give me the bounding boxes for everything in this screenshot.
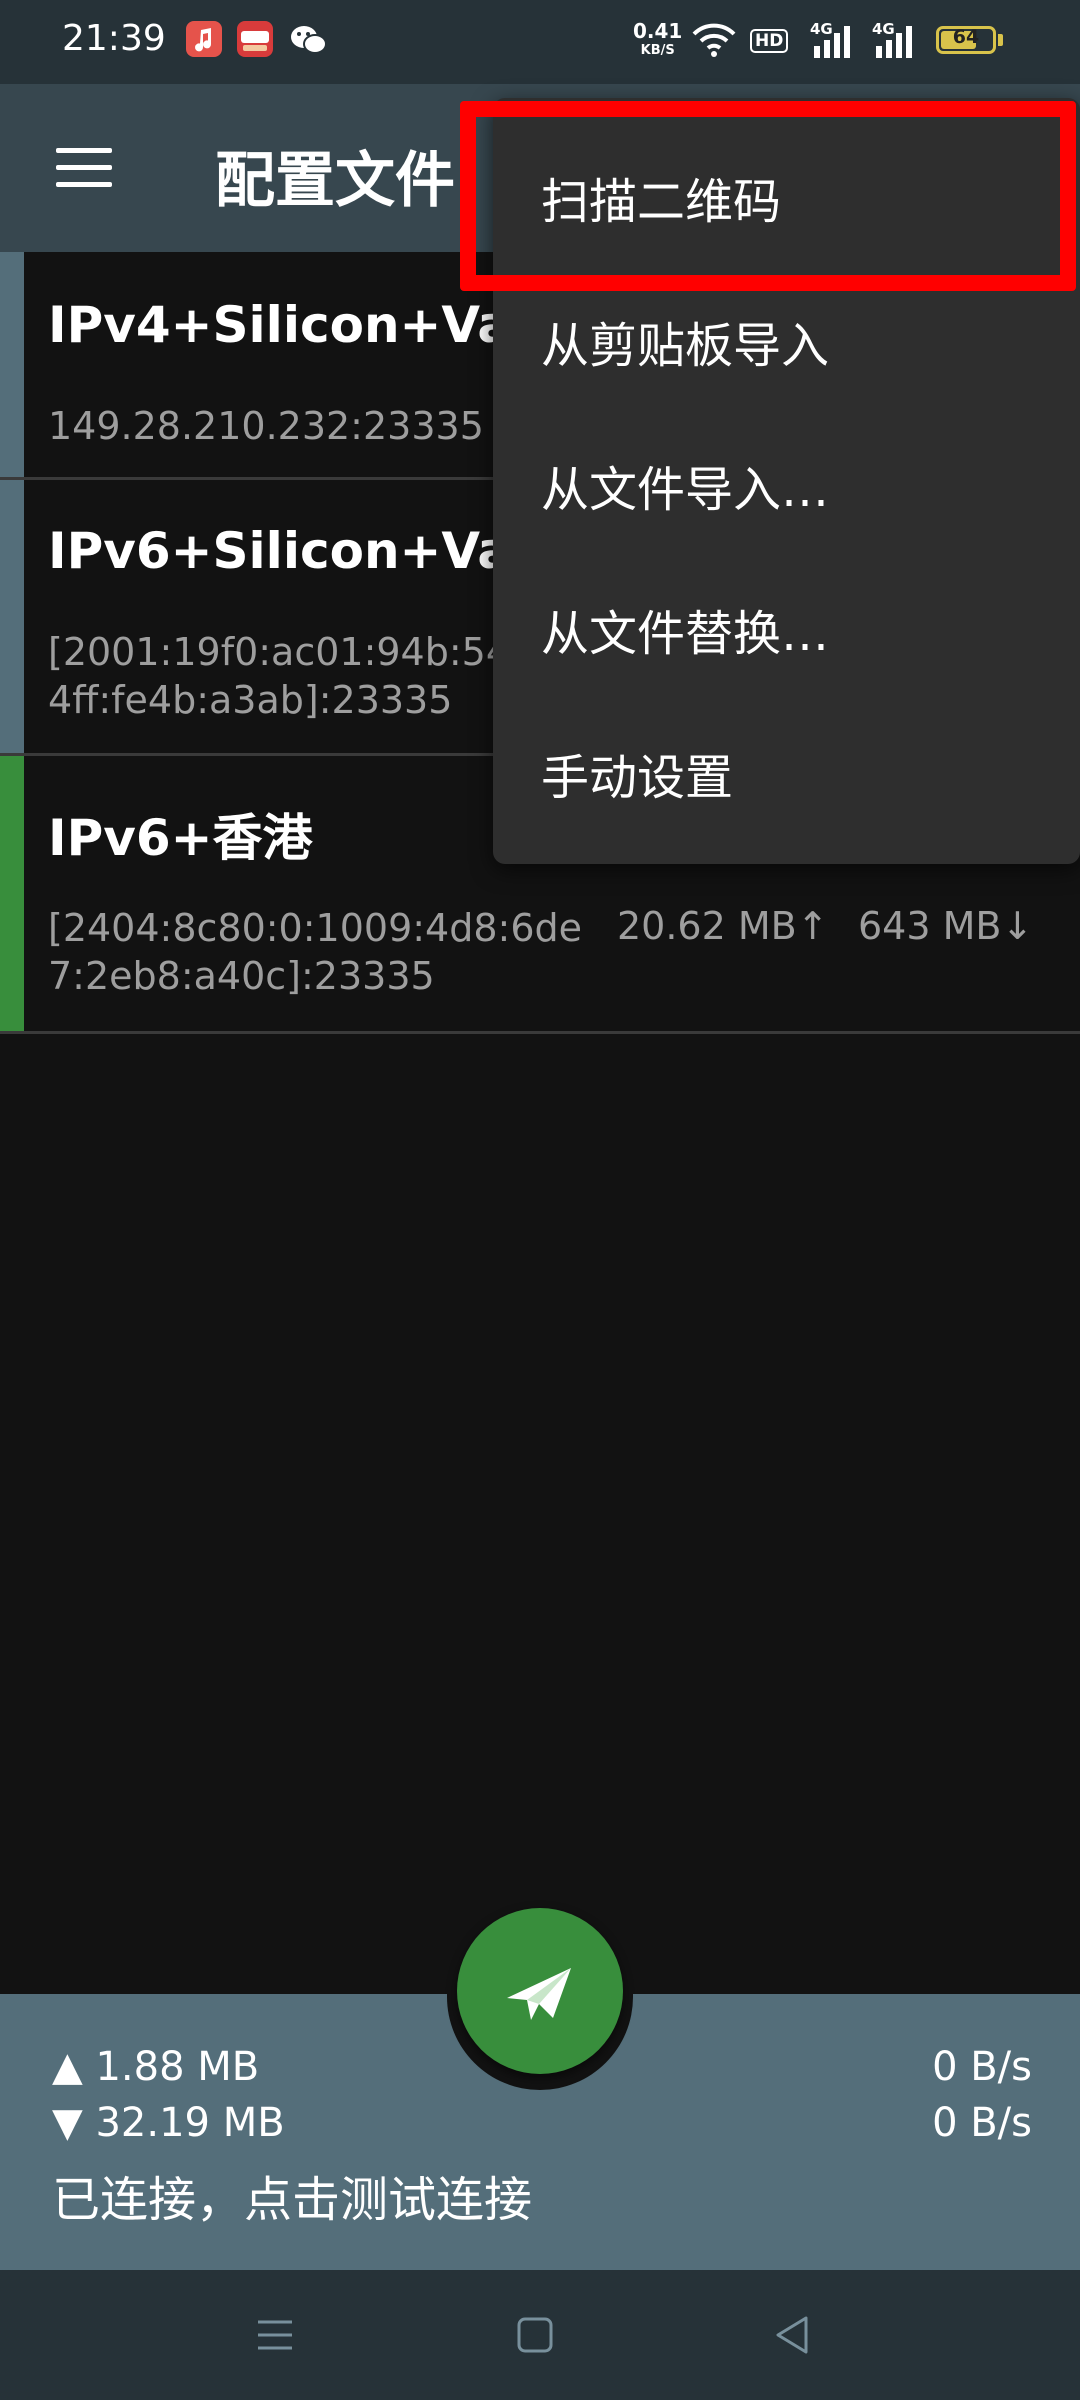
profile-status-stripe xyxy=(0,480,24,753)
xiaohongshu-app-icon xyxy=(237,21,273,57)
paper-plane-icon xyxy=(507,1968,571,2020)
back-icon[interactable] xyxy=(758,2300,828,2370)
page-title: 配置文件 xyxy=(215,146,455,216)
arrow-down-icon: ▼ xyxy=(52,2100,83,2146)
hd-voice-badge: HD xyxy=(750,29,789,53)
wifi-icon xyxy=(692,22,736,62)
net-speed-indicator: 0.41 KB/S xyxy=(633,19,683,58)
battery-level: 64 xyxy=(952,26,980,48)
profile-address: 149.28.210.232:23335 xyxy=(48,404,484,448)
profile-status-stripe-active xyxy=(0,756,24,1031)
profile-name: IPv6+香港 xyxy=(48,809,313,867)
battery-tip xyxy=(998,34,1003,46)
status-time: 21:39 xyxy=(62,18,166,59)
music-app-icon xyxy=(186,21,222,57)
highlight-box xyxy=(460,101,1076,291)
total-download: ▼ 32.19 MB xyxy=(52,2100,285,2146)
profile-address: [2001:19f0:ac01:94b:54 4ff:fe4b:a3ab]:23… xyxy=(48,630,511,722)
profile-download-traffic: 643 MB↓ xyxy=(858,904,1034,948)
menu-item-import-clipboard[interactable]: 从剪贴板导入 xyxy=(541,306,829,376)
connect-fab-button[interactable] xyxy=(457,1908,623,2074)
recent-apps-icon[interactable] xyxy=(240,2300,310,2370)
menu-item-import-file[interactable]: 从文件导入… xyxy=(541,450,829,520)
menu-item-manual-settings[interactable]: 手动设置 xyxy=(541,738,733,808)
signal-strength-icon-2: 4G xyxy=(872,20,920,64)
profile-status-stripe xyxy=(0,252,24,477)
profile-address: [2404:8c80:0:1009:4d8:6de 7:2eb8:a40c]:2… xyxy=(48,906,583,998)
profile-upload-traffic: 20.62 MB↑ xyxy=(617,904,829,948)
wechat-icon xyxy=(290,24,328,62)
total-upload: ▲ 1.88 MB xyxy=(52,2044,260,2090)
hamburger-menu-icon[interactable] xyxy=(56,148,112,188)
download-speed: 0 B/s xyxy=(932,2100,1032,2146)
menu-item-replace-file[interactable]: 从文件替换… xyxy=(541,594,829,664)
home-icon[interactable] xyxy=(500,2300,570,2370)
upload-speed: 0 B/s xyxy=(932,2044,1032,2090)
arrow-up-icon: ▲ xyxy=(52,2044,83,2090)
connection-status-text[interactable]: 已连接，点击测试连接 xyxy=(52,2160,532,2230)
battery-icon: 64 xyxy=(936,26,996,54)
signal-strength-icon: 4G xyxy=(810,20,858,64)
